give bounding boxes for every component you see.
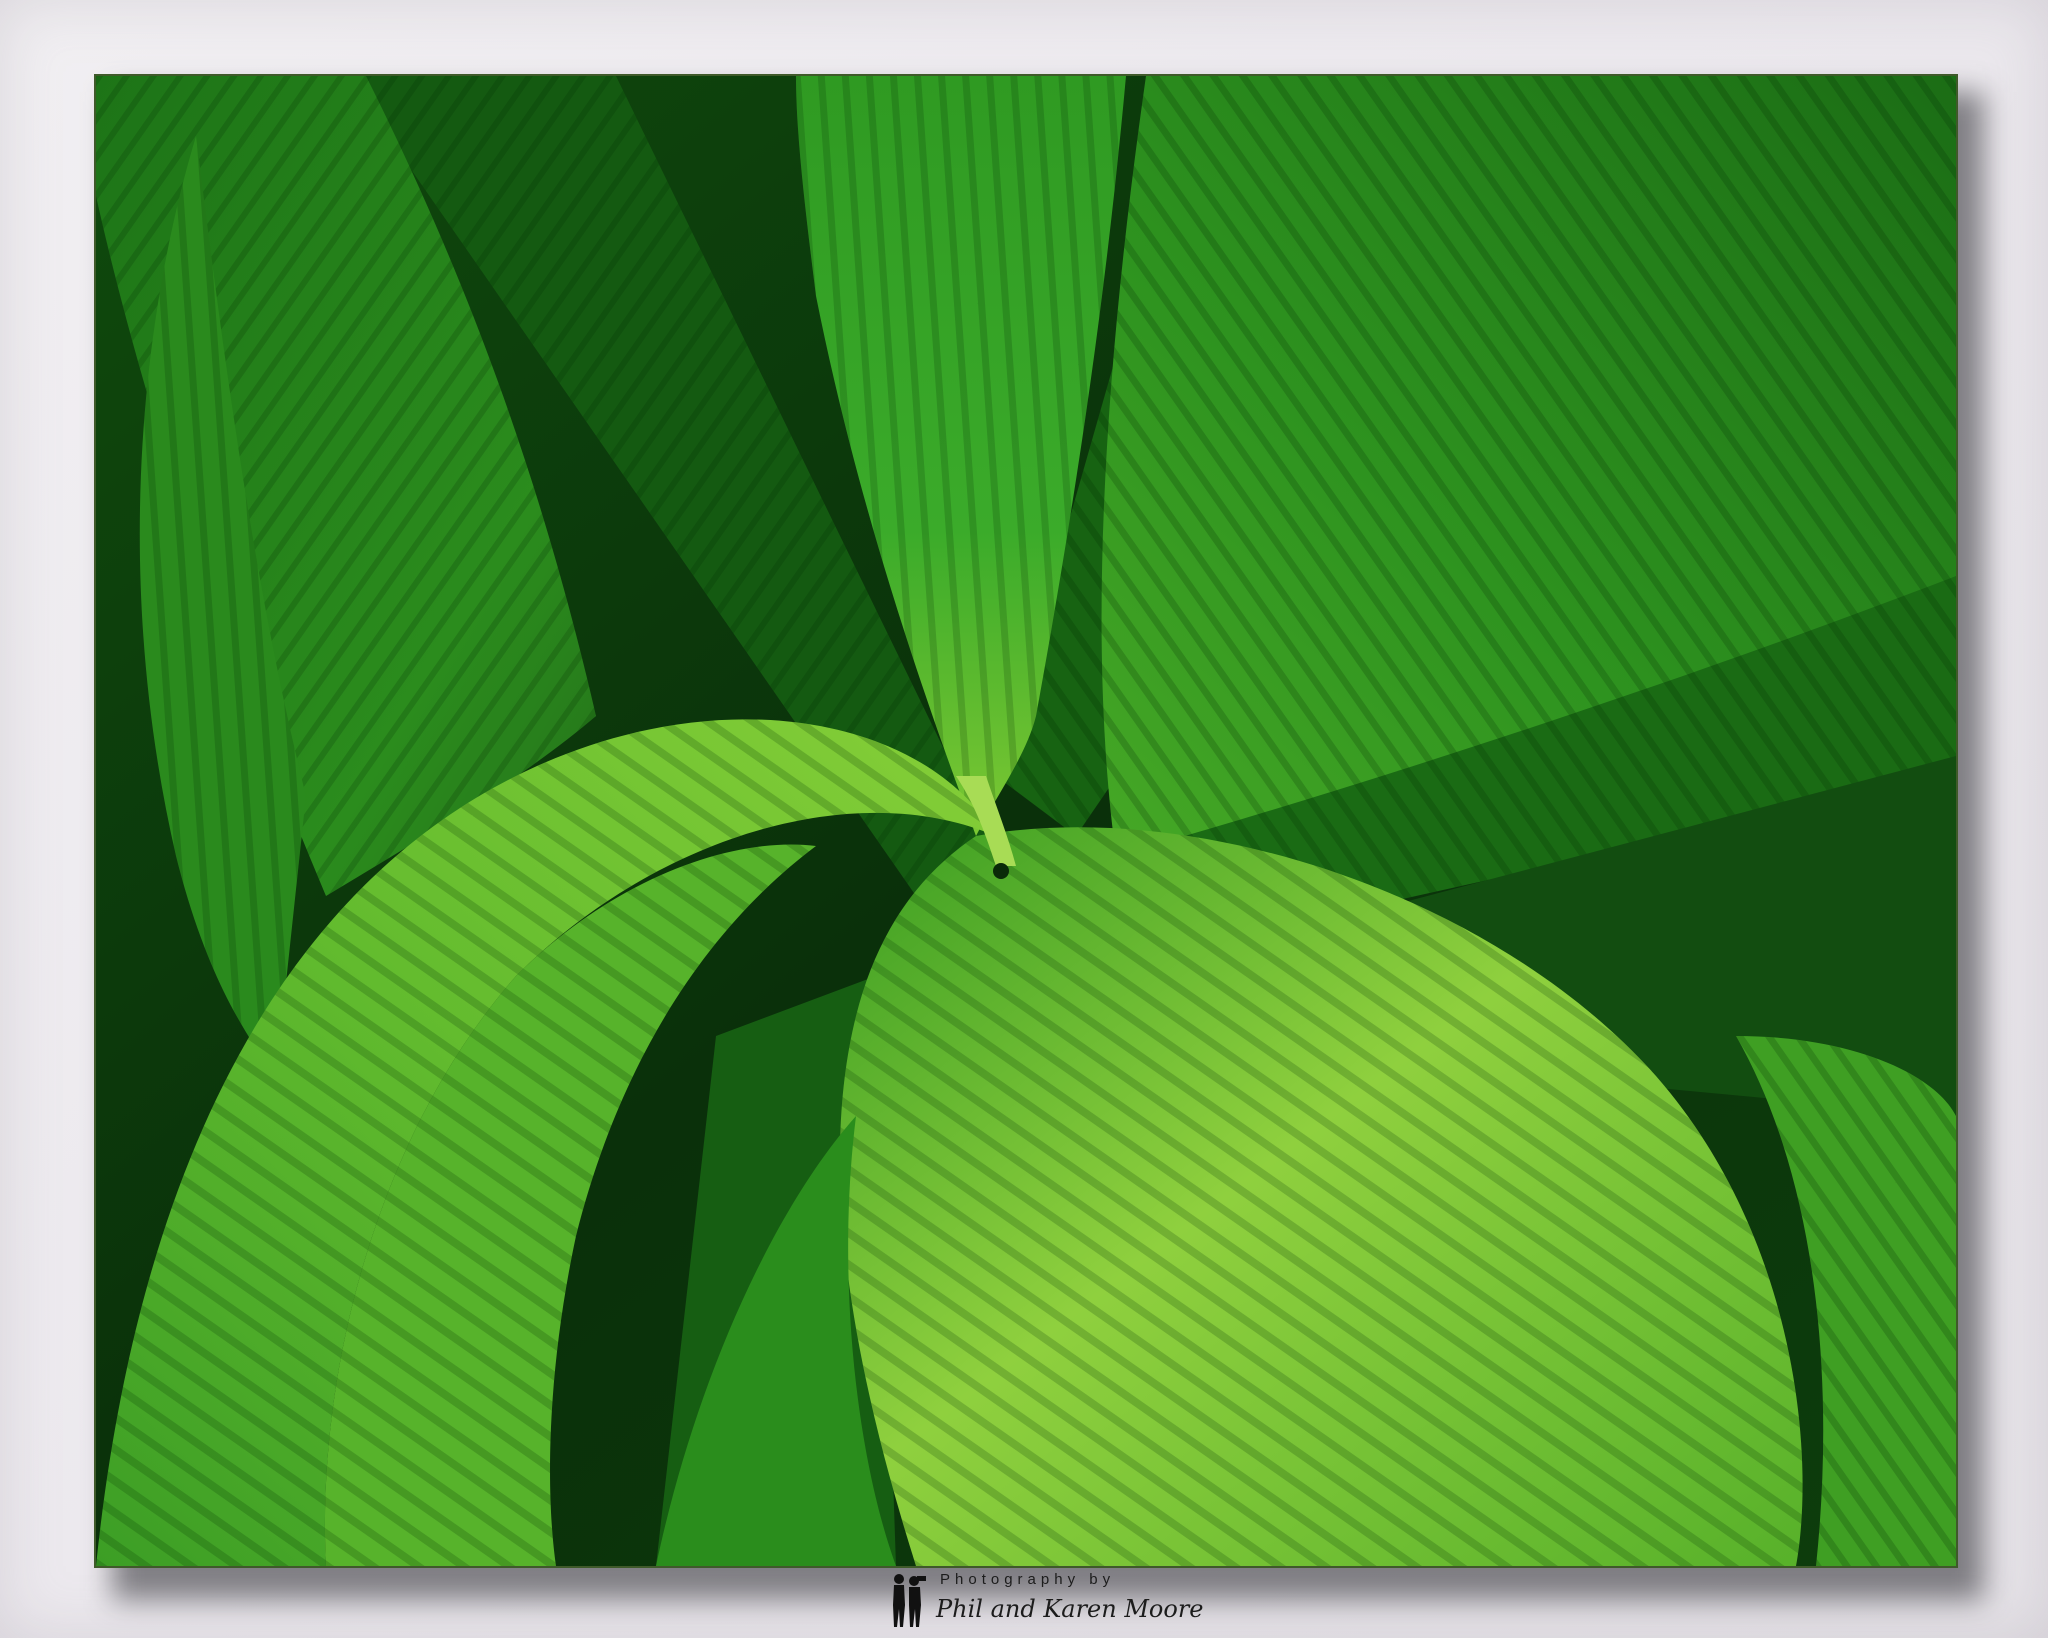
leaf-photograph bbox=[94, 74, 1958, 1568]
leaf-photo-graphic bbox=[96, 76, 1956, 1566]
credit-title: Photography by bbox=[940, 1571, 1116, 1588]
photographers-silhouette-icon bbox=[893, 1574, 926, 1627]
credit-names: Phil and Karen Moore bbox=[936, 1595, 1204, 1623]
photographer-credit: Photography by Phil and Karen Moore bbox=[890, 1567, 1204, 1633]
